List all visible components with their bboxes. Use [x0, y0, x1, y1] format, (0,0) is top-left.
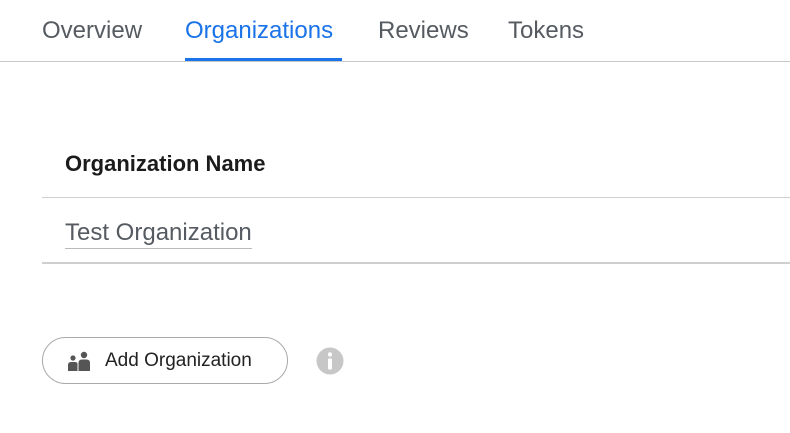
active-tab-indicator: [185, 58, 342, 61]
add-organization-button[interactable]: Add Organization: [42, 337, 288, 384]
add-organization-label: Add Organization: [105, 350, 252, 371]
organizations-table: Organization Name Test Organization: [42, 130, 790, 264]
tab-organizations[interactable]: Organizations: [185, 0, 333, 62]
table-row: Test Organization: [42, 198, 790, 264]
organizations-page: Overview Organizations Reviews Tokens Or…: [0, 0, 790, 433]
tab-reviews[interactable]: Reviews: [378, 0, 469, 62]
tab-bar: Overview Organizations Reviews Tokens: [0, 0, 790, 62]
tab-tokens[interactable]: Tokens: [508, 0, 584, 62]
info-icon[interactable]: [316, 347, 344, 375]
column-header-organization-name: Organization Name: [65, 150, 266, 176]
people-add-icon: [67, 349, 93, 373]
organization-name-link[interactable]: Test Organization: [65, 218, 252, 249]
table-header: Organization Name: [42, 130, 790, 198]
tab-overview[interactable]: Overview: [42, 0, 142, 62]
